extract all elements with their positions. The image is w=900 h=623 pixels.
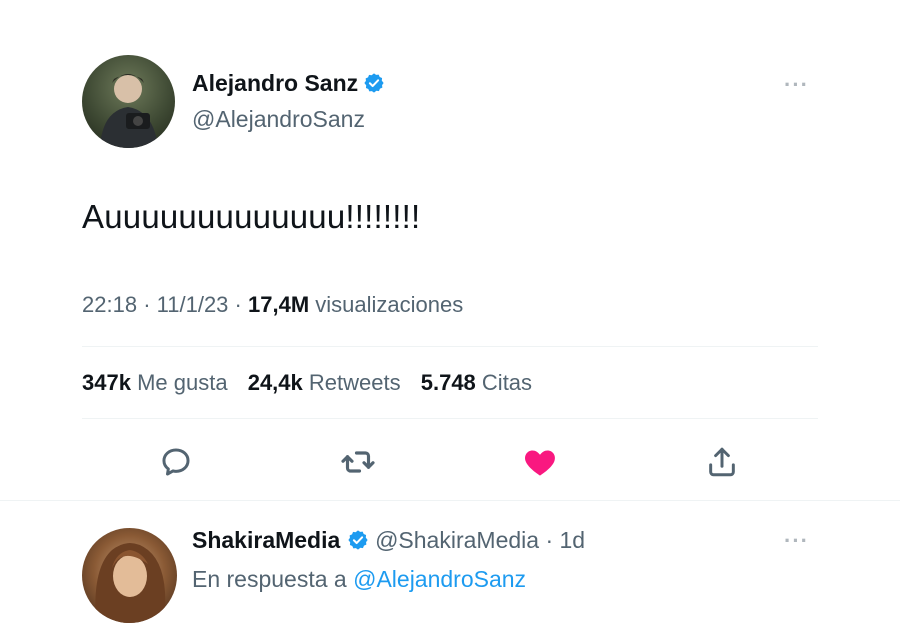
- quotes-label: Citas: [481, 370, 533, 395]
- verified-badge-icon: [363, 73, 384, 93]
- reply-author-display-name[interactable]: ShakiraMedia: [192, 527, 340, 553]
- quotes-stat[interactable]: 5.748 Citas: [421, 370, 532, 395]
- reply-context: En respuesta a @AlejandroSanz: [192, 566, 526, 593]
- tweet-time[interactable]: 22:18: [82, 292, 137, 317]
- reply-age[interactable]: 1d: [560, 527, 586, 553]
- retweet-button[interactable]: [340, 444, 376, 480]
- tweet-text: Auuuuuuuuuuuuu!!!!!!!!: [82, 198, 421, 235]
- share-button[interactable]: [704, 444, 740, 480]
- meta-separator: ·: [234, 292, 248, 317]
- tweet-meta: 22:18 · 11/1/23 · 17,4M visualizaciones: [82, 292, 463, 318]
- reply-author-handle[interactable]: @ShakiraMedia: [375, 527, 539, 553]
- like-button[interactable]: [522, 444, 558, 480]
- tweet-date[interactable]: 11/1/23: [157, 292, 229, 317]
- avatar-photo-icon: [100, 74, 158, 148]
- author-display-name[interactable]: Alejandro Sanz: [192, 70, 358, 96]
- more-options-icon[interactable]: ···: [784, 528, 809, 554]
- views-count: 17,4M: [248, 292, 310, 317]
- share-icon: [709, 447, 735, 477]
- tweet-stats: 347k Me gusta 24,4k Retweets 5.748 Citas: [82, 370, 532, 396]
- avatar-photo-icon: [95, 543, 166, 623]
- reply-icon: [162, 448, 190, 476]
- reply-prefix: En respuesta a: [192, 566, 347, 592]
- divider: [82, 346, 818, 347]
- retweet-icon: [341, 451, 375, 473]
- views-label: visualizaciones: [315, 292, 464, 317]
- likes-count: 347k: [82, 370, 131, 395]
- divider: [0, 500, 900, 501]
- more-options-icon[interactable]: ···: [784, 72, 809, 98]
- reply-author-avatar[interactable]: [82, 528, 177, 623]
- likes-label: Me gusta: [137, 370, 228, 395]
- likes-stat[interactable]: 347k Me gusta: [82, 370, 228, 395]
- reply-header: ShakiraMedia @ShakiraMedia · 1d: [192, 527, 585, 554]
- author-name-row[interactable]: Alejandro Sanz: [192, 70, 385, 97]
- quotes-count: 5.748: [420, 370, 476, 395]
- reply-target-link[interactable]: @AlejandroSanz: [353, 566, 526, 592]
- meta-separator: ·: [545, 527, 560, 553]
- author-handle[interactable]: @AlejandroSanz: [192, 106, 365, 133]
- heart-icon: [525, 450, 555, 476]
- retweets-label: Retweets: [308, 370, 401, 395]
- reply-button[interactable]: [158, 444, 194, 480]
- retweets-stat[interactable]: 24,4k Retweets: [248, 370, 401, 395]
- divider: [82, 418, 818, 419]
- verified-badge-icon: [348, 530, 368, 550]
- meta-separator: ·: [143, 292, 157, 317]
- author-avatar[interactable]: [82, 55, 175, 148]
- retweets-count: 24,4k: [247, 370, 303, 395]
